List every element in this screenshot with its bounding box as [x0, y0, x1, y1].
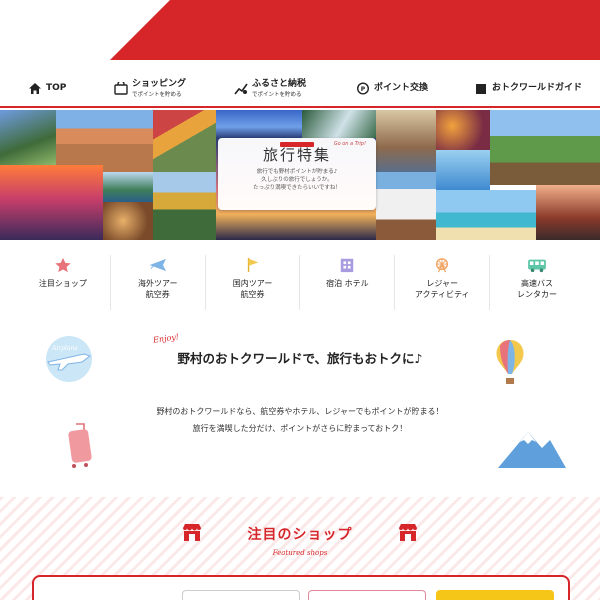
photo-pagoda	[536, 185, 600, 240]
category-hotels[interactable]: 宿泊 ホテル	[300, 255, 396, 310]
intro-title: 野村のおトクワールドで、旅行もおトクに♪	[177, 351, 423, 366]
point-exchange-icon: P	[356, 81, 370, 95]
svg-text:P: P	[361, 86, 366, 93]
shop-tab-2[interactable]	[308, 590, 426, 600]
nav-item-furusato[interactable]: ふるさと納税 でポイントを貯める	[234, 79, 306, 98]
flag-icon	[247, 257, 258, 273]
intro-body: 野村のおトクワールドなら、航空券やホテル、レジャーでもポイントが貯まる！ 旅行を…	[156, 407, 444, 433]
photo-mountain-lake	[103, 172, 153, 202]
shop-tab-3[interactable]	[436, 590, 554, 600]
category-nav: 注目ショップ 海外ツアー 航空券 国内ツアー 航空券 宿泊 ホテル レジャー ア…	[16, 255, 584, 310]
banner-title-card[interactable]: Go on a Trip! 旅行特集 旅行でも野村ポイントが貯まる♪ 久しぶりの…	[218, 138, 376, 210]
main-nav: TOP ショッピング でポイントを貯める ふるさと納税 でポイントを貯める P ポイ…	[0, 70, 600, 108]
photo-mount-fuji	[216, 110, 302, 138]
nav-item-point-exchange[interactable]: P ポイント交換	[356, 81, 428, 95]
banner-ribbon	[280, 142, 314, 147]
banner-title: 旅行特集	[262, 146, 331, 164]
photo-golden-pavilion	[153, 172, 216, 240]
featured-title: 注目のショップ	[247, 527, 353, 543]
photo-florence	[56, 110, 153, 172]
photo-beach-huts	[436, 190, 536, 240]
guide-book-icon	[476, 83, 486, 94]
photo-food	[103, 202, 153, 240]
shopping-bag-icon	[114, 81, 128, 95]
category-leisure[interactable]: レジャー アクティビティ	[395, 255, 491, 310]
hotel-icon	[341, 258, 354, 273]
photo-garden	[153, 110, 216, 172]
shop-tab-1[interactable]	[182, 590, 300, 600]
category-overseas-tours[interactable]: 海外ツアー 航空券	[111, 255, 206, 310]
bus-icon	[528, 259, 546, 273]
airplane-icon	[149, 258, 166, 272]
photo-village	[490, 110, 600, 185]
photo-white-town	[376, 172, 436, 240]
photo-hydrangea	[0, 110, 56, 165]
site-header	[0, 0, 600, 60]
header-red-band	[110, 0, 600, 60]
nav-item-shopping[interactable]: ショッピング でポイントを貯める	[114, 79, 186, 98]
photo-waterfall	[302, 110, 376, 138]
banner-tag: Go on a Trip!	[333, 141, 366, 147]
photo-old-town	[376, 110, 436, 172]
category-featured-shops[interactable]: 注目ショップ	[16, 255, 111, 310]
home-icon	[29, 82, 41, 94]
nav-item-guide[interactable]: おトクワールドガイド	[474, 82, 582, 95]
category-bus-rental[interactable]: 高速バス レンタカー	[490, 255, 584, 310]
photo-palm-sunset	[0, 165, 103, 240]
hometown-tax-icon	[234, 83, 248, 94]
star-icon	[55, 257, 71, 273]
nav-item-top[interactable]: TOP	[28, 82, 66, 95]
category-domestic-tours[interactable]: 国内ツアー 航空券	[206, 255, 301, 310]
enjoy-script: Enjoy!	[152, 332, 180, 345]
photo-lake	[436, 150, 490, 190]
photo-lanterns	[436, 110, 490, 150]
featured-subtitle: Featured shops	[272, 549, 328, 557]
banner-subtitle: 旅行でも野村ポイントが貯まる♪ 久しぶりの旅行でしょうか。 たっぷり満喫できたら…	[253, 169, 341, 191]
ferris-wheel-icon	[436, 258, 449, 273]
